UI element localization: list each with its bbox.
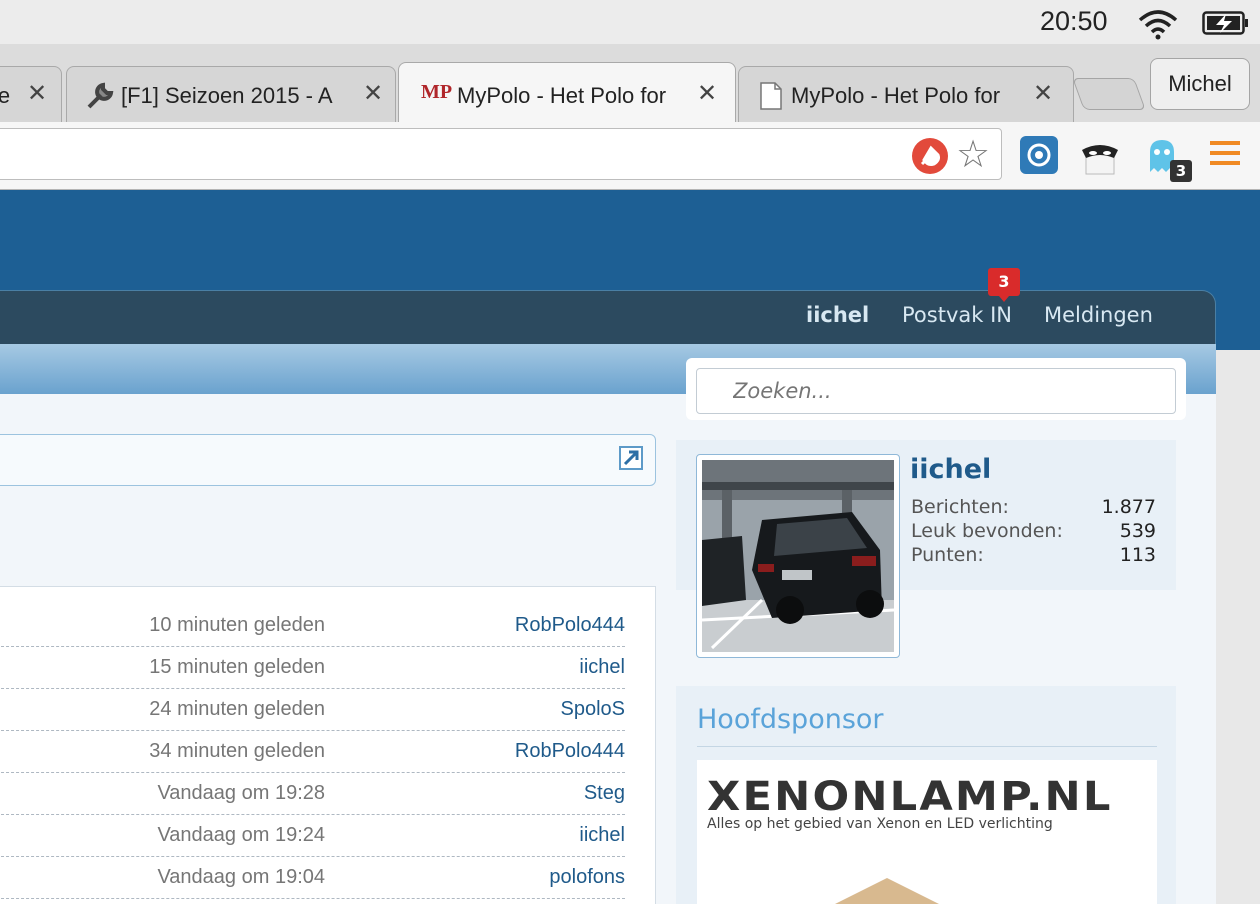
expand-icon[interactable] (618, 445, 644, 471)
plug-icon[interactable] (912, 138, 948, 174)
stat-value-posts: 1.877 (1101, 496, 1156, 518)
post-time: 15 minuten geleden (149, 656, 325, 678)
post-time: Vandaag om 19:24 (157, 824, 325, 846)
new-tab-button[interactable] (1072, 78, 1146, 110)
nav-username[interactable]: iichel (806, 303, 869, 327)
post-time: 34 minuten geleden (149, 740, 325, 762)
address-bar[interactable] (0, 128, 1002, 180)
sponsor-tagline: Alles op het gebied van Xenon en LED ver… (707, 816, 1053, 832)
nav-notifications[interactable]: Meldingen (1044, 303, 1153, 327)
bookmark-star-icon[interactable]: ☆ (956, 134, 990, 174)
close-icon[interactable]: ✕ (27, 79, 47, 108)
mask-icon[interactable] (1080, 136, 1120, 176)
close-icon[interactable]: ✕ (1033, 79, 1053, 108)
sponsor-logo: XENONLAMP.NL (707, 774, 1113, 820)
post-time: 24 minuten geleden (149, 698, 325, 720)
ghostery-icon[interactable]: 3 (1144, 136, 1196, 184)
list-item[interactable]: Vandaag om 19:04 polofons (0, 857, 625, 899)
post-author-link[interactable]: RobPolo444 (515, 614, 625, 637)
stat-label-posts: Berichten: (911, 496, 1009, 518)
tab-title: MyPolo - Het Polo for (457, 83, 667, 108)
close-icon[interactable]: ✕ (697, 79, 717, 108)
divider (697, 746, 1157, 747)
stat-value-likes: 539 (1119, 520, 1156, 542)
sponsor-banner[interactable]: XENONLAMP.NL Alles op het gebied van Xen… (697, 760, 1157, 904)
sponsor-heading: Hoofdsponsor (697, 704, 884, 735)
page-icon (760, 82, 782, 110)
stat-label-likes: Leuk bevonden: (911, 520, 1063, 542)
tab-title: [F1] Seizoen 2015 - A (121, 83, 333, 108)
product-box-image (807, 878, 967, 904)
recent-activity-list: 10 minuten geleden RobPolo444 15 minuten… (0, 586, 656, 904)
nav-inbox[interactable]: Postvak IN (902, 303, 1012, 327)
profile-username[interactable]: iichel (910, 454, 991, 485)
post-author-link[interactable]: polofons (549, 866, 625, 889)
list-item[interactable]: 10 minuten geleden RobPolo444 (0, 605, 625, 647)
close-icon[interactable]: ✕ (363, 79, 383, 108)
profile-button[interactable]: Michel (1150, 58, 1250, 110)
tab-title: ie (0, 83, 10, 109)
list-item[interactable]: Vandaag om 19:24 iichel (0, 815, 625, 857)
search-input[interactable] (696, 368, 1176, 414)
list-item[interactable]: 15 minuten geleden iichel (0, 647, 625, 689)
inbox-count-badge: 3 (988, 268, 1020, 302)
system-menubar: 20:50 (0, 0, 1260, 44)
list-item[interactable]: 24 minuten geleden SpoloS (0, 689, 625, 731)
rss-extension-icon[interactable] (1020, 136, 1058, 174)
post-time: 10 minuten geleden (149, 614, 325, 636)
post-author-link[interactable]: RobPolo444 (515, 740, 625, 763)
post-author-link[interactable]: SpoloS (561, 698, 626, 721)
list-item[interactable]: Vandaag om 19:28 Steg (0, 773, 625, 815)
webpage: iichel Postvak IN Meldingen 3 10 minuten… (0, 190, 1260, 904)
list-item[interactable]: 34 minuten geleden RobPolo444 (0, 731, 625, 773)
avatar[interactable] (696, 454, 900, 658)
page-gutter (1216, 350, 1260, 904)
wrench-icon (87, 82, 114, 109)
thread-header-box (0, 434, 656, 486)
tab-4[interactable]: MyPolo - Het Polo for ✕ (738, 66, 1074, 122)
tab-3-active[interactable]: MP MyPolo - Het Polo for ✕ (398, 62, 736, 124)
search-box (686, 358, 1186, 420)
tab-1[interactable]: ie ✕ (0, 66, 62, 122)
post-author-link[interactable]: iichel (579, 824, 625, 847)
extension-count-badge: 3 (1170, 160, 1192, 182)
stat-label-points: Punten: (911, 544, 984, 566)
post-author-link[interactable]: iichel (579, 656, 625, 679)
clock: 20:50 (1040, 6, 1108, 36)
post-time: Vandaag om 19:28 (157, 782, 325, 804)
post-author-link[interactable]: Steg (584, 782, 625, 805)
post-time: Vandaag om 19:04 (157, 866, 325, 888)
wifi-icon[interactable] (1136, 8, 1180, 40)
stat-value-points: 113 (1119, 544, 1156, 566)
battery-charging-icon[interactable] (1202, 10, 1250, 36)
tab-title: MyPolo - Het Polo for (791, 83, 1001, 108)
menu-icon[interactable] (1210, 140, 1240, 166)
mypolo-favicon: MP (421, 81, 453, 103)
user-navbar: iichel Postvak IN Meldingen (0, 290, 1216, 344)
tab-2[interactable]: [F1] Seizoen 2015 - A ✕ (66, 66, 396, 122)
